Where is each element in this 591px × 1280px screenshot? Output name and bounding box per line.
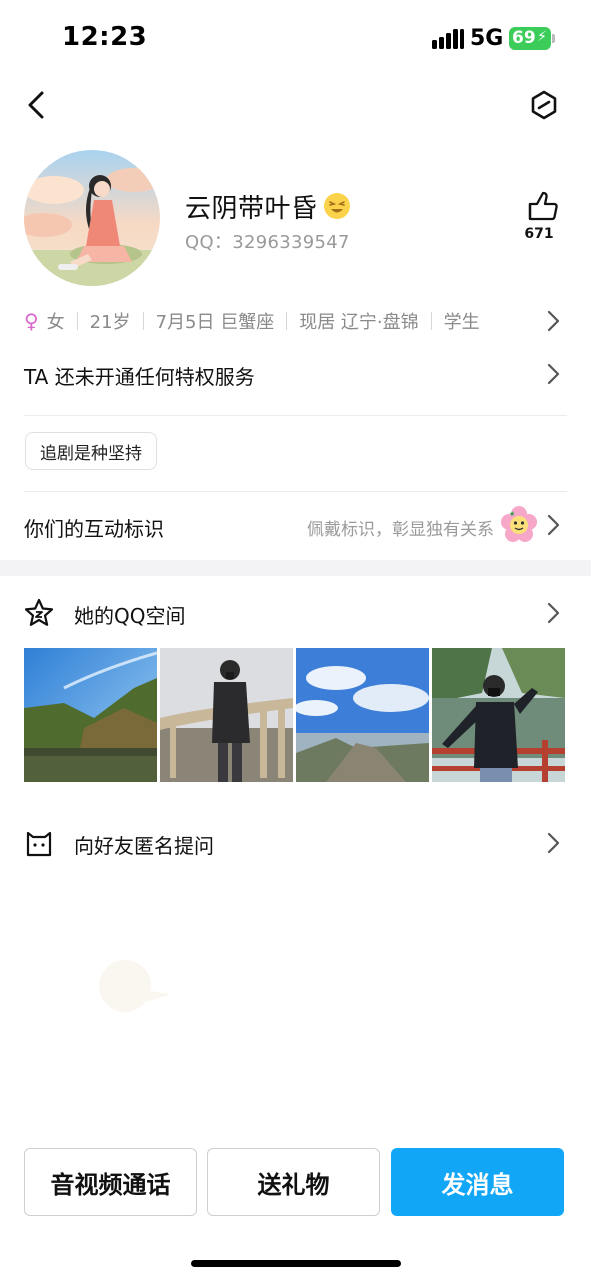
basic-info-row[interactable]: ♀ 女 21岁 7月5日 巨蟹座 现居 辽宁·盘锦 学生 — [24, 304, 564, 338]
occupation-text: 学生 — [443, 312, 480, 333]
birthday-text: 7月5日 巨蟹座 — [155, 312, 275, 333]
avatar-illustration — [24, 150, 160, 286]
divider — [24, 415, 567, 416]
separator — [142, 312, 144, 330]
battery-tip — [552, 34, 555, 43]
status-bar: 12:23 5G 69 ⚡ — [0, 0, 591, 78]
section-gap — [0, 560, 591, 576]
chevron-right-icon — [547, 602, 560, 624]
flower-badge-icon: ★ — [501, 506, 537, 542]
nickname: 云阴带叶昏 — [185, 193, 318, 224]
more-menu-button[interactable] — [528, 88, 560, 122]
separator — [286, 312, 288, 330]
age-text: 21岁 — [89, 312, 131, 333]
girl-waving-lake-photo[interactable] — [432, 648, 565, 782]
back-button[interactable] — [22, 88, 52, 122]
thumbs-up-icon — [528, 191, 558, 221]
qzone-photos — [24, 648, 567, 782]
chevron-left-icon — [28, 91, 44, 119]
female-icon: ♀ — [24, 309, 39, 333]
charging-bolt-icon: ⚡ — [537, 29, 547, 45]
interaction-label: 你们的互动标识 — [24, 517, 164, 541]
mountain-lake-photo[interactable] — [24, 648, 157, 782]
chevron-right-icon — [547, 832, 560, 854]
anonymous-question-row[interactable]: 向好友匿名提问 — [24, 824, 564, 864]
like-count: 671 — [524, 226, 554, 242]
grinning-emoji-icon — [323, 193, 350, 219]
chevron-right-icon — [547, 310, 560, 332]
qq-label: QQ： — [185, 232, 233, 253]
privilege-text: TA 还未开通任何特权服务 — [24, 364, 255, 389]
interest-tag[interactable]: 追剧是种坚持 — [25, 432, 157, 470]
status-time: 12:23 — [62, 22, 148, 52]
av-call-button[interactable]: 音视频通话 — [24, 1148, 197, 1216]
separator — [430, 312, 432, 330]
signal-bars-icon — [432, 29, 464, 49]
location-text: 现居 辽宁·盘锦 — [299, 312, 419, 333]
privilege-row[interactable]: TA 还未开通任何特权服务 — [24, 355, 564, 395]
interaction-hint: 佩戴标识，彰显独有关系 — [307, 520, 494, 540]
like-button[interactable]: 671 — [518, 190, 560, 250]
qzone-row[interactable]: 她的QQ空间 — [24, 594, 564, 634]
mountain-peak-sky-photo[interactable] — [296, 648, 429, 782]
network-type: 5G — [470, 26, 504, 51]
hexagon-menu-icon — [531, 90, 557, 120]
star-icon — [24, 598, 54, 626]
gender-text: 女 — [46, 312, 65, 333]
send-gift-button[interactable]: 送礼物 — [207, 1148, 380, 1216]
anonymous-question-label: 向好友匿名提问 — [74, 834, 214, 858]
battery-icon: 69 ⚡ — [509, 27, 551, 50]
send-message-button[interactable]: 发消息 — [391, 1148, 564, 1216]
qq-number: 3296339547 — [232, 232, 350, 253]
cat-box-icon — [26, 831, 52, 857]
battery-level: 69 — [512, 28, 536, 48]
chevron-right-icon — [547, 363, 560, 385]
svg-text:★: ★ — [509, 510, 515, 518]
avatar[interactable] — [24, 150, 160, 286]
faint-watermark-icon — [99, 960, 171, 1012]
qzone-label: 她的QQ空间 — [74, 604, 186, 628]
home-indicator[interactable] — [191, 1260, 401, 1267]
nickname-row: 云阴带叶昏 — [185, 186, 351, 226]
interaction-badge-row[interactable]: 你们的互动标识 佩戴标识，彰显独有关系 ★ — [24, 506, 564, 546]
chevron-right-icon — [547, 514, 560, 536]
qq-number-line: QQ：3296339547 — [185, 228, 350, 254]
divider — [24, 491, 567, 492]
separator — [76, 312, 78, 330]
girl-railing-photo[interactable] — [160, 648, 293, 782]
